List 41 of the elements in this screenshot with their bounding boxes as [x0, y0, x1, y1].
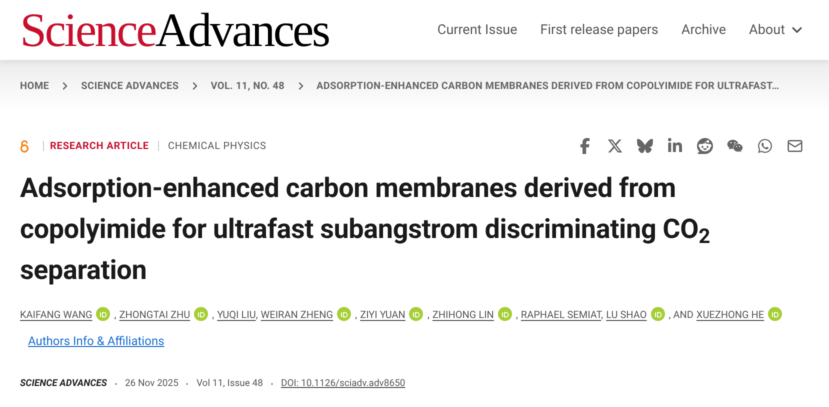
author-link[interactable]: KAIFANG WANG: [20, 310, 92, 321]
volume-issue: Vol 11, Issue 48: [196, 377, 263, 391]
breadcrumb-link[interactable]: ADSORPTION-ENHANCED CARBON MEMBRANES DERIVED FROM COPOLYIMIDE FOR ULTRAFAST…: [316, 78, 780, 94]
article-type: RESEARCH ARTICLE: [50, 140, 149, 154]
linkedin-icon[interactable]: [667, 138, 683, 154]
wechat-icon[interactable]: [727, 138, 743, 154]
author-link[interactable]: ZHIHONG LIN: [432, 310, 494, 321]
author-separator: ,: [256, 310, 258, 321]
author-link[interactable]: YUQI LIU: [217, 310, 256, 321]
author-separator: ,: [601, 310, 604, 321]
reddit-icon[interactable]: [697, 138, 713, 154]
journal-name: SCIENCE ADVANCES: [20, 377, 107, 391]
breadcrumb-link[interactable]: HOME: [20, 78, 50, 94]
author-link[interactable]: XUEZHONG HE: [696, 310, 764, 321]
nav-link[interactable]: First release papers: [540, 20, 658, 40]
doi-link[interactable]: DOI: 10.1126/sciadv.adv8650: [280, 377, 406, 392]
author-separator: , AND: [668, 310, 694, 321]
nav-link[interactable]: Current Issue: [437, 20, 518, 40]
butterfly-icon[interactable]: [637, 138, 653, 154]
author-separator: ,: [427, 310, 430, 321]
author-link[interactable]: ZIYI YUAN: [360, 310, 406, 321]
author-link[interactable]: RAPHAEL SEMIAT: [520, 310, 602, 321]
author-link[interactable]: ZHONGTAI ZHU: [119, 310, 190, 321]
whatsapp-icon[interactable]: [757, 138, 773, 154]
article-title: Adsorption-enhanced carbon membranes derived from copolyimide for ultrafast subangstrom discriminating CO$_{2}$ separation: [20, 171, 711, 288]
article-subject: CHEMICAL PHYSICS: [168, 140, 266, 154]
author-separator: ,: [114, 310, 116, 321]
author-link[interactable]: LU SHAO: [606, 310, 647, 321]
mail-icon[interactable]: [787, 138, 803, 154]
author-separator: ,: [516, 310, 518, 321]
publication-date: 26 Nov 2025: [124, 377, 178, 391]
breadcrumb-link[interactable]: VOL. 11, NO. 48: [210, 78, 285, 94]
nav-link[interactable]: Archive: [681, 20, 726, 40]
author-link[interactable]: WEIRAN ZHENG: [260, 310, 334, 321]
nav-link[interactable]: About: [749, 20, 805, 40]
author-separator: ,: [355, 310, 358, 321]
site-logo[interactable]: ScienceAdvances: [20, 7, 329, 55]
x-icon[interactable]: [607, 138, 623, 154]
breadcrumb-link[interactable]: SCIENCE ADVANCES: [81, 78, 179, 94]
affiliations-link[interactable]: Authors Info & Affiliations: [28, 332, 164, 350]
author-separator: ,: [212, 310, 214, 321]
